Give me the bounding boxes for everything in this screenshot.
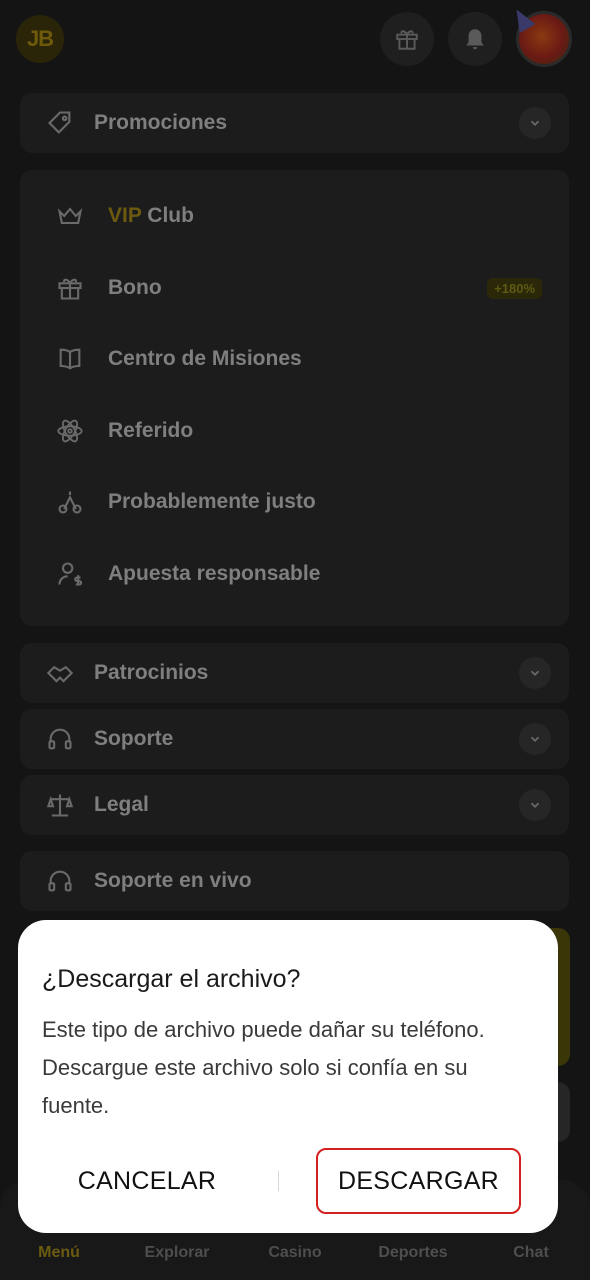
- chevron-down-icon[interactable]: [519, 723, 551, 755]
- notifications-button[interactable]: [448, 12, 502, 66]
- gift-button[interactable]: [380, 12, 434, 66]
- nav-chat[interactable]: Chat: [476, 1244, 586, 1262]
- menu-sponsorships[interactable]: Patrocinios: [20, 643, 569, 703]
- menu-live-support-label: Soporte en vivo: [94, 869, 252, 892]
- menu-item-referral[interactable]: Referido: [56, 411, 546, 451]
- nav-casino[interactable]: Casino: [240, 1244, 350, 1262]
- menu-support-label: Soporte: [94, 727, 174, 750]
- menu-item-responsible-label: Apuesta responsable: [108, 562, 321, 585]
- atom-icon: [57, 419, 83, 443]
- menu-support[interactable]: Soporte: [20, 709, 569, 769]
- download-button[interactable]: DESCARGAR: [316, 1148, 521, 1214]
- menu-legal-label: Legal: [94, 793, 149, 816]
- menu-item-referral-label: Referido: [108, 419, 194, 442]
- menu-item-missions-label: Centro de Misiones: [108, 347, 302, 370]
- handshake-icon: [46, 665, 74, 683]
- nav-menu[interactable]: Menú: [4, 1244, 114, 1262]
- dialog-title: ¿Descargar el archivo?: [42, 965, 301, 993]
- headset-icon: [48, 728, 72, 750]
- club-label: Club: [141, 204, 194, 227]
- menu-promotions-label: Promociones: [94, 111, 228, 134]
- chevron-down-icon[interactable]: [519, 657, 551, 689]
- header-actions: [380, 4, 572, 67]
- book-icon: [59, 348, 81, 370]
- balance-icon: [46, 794, 74, 817]
- bell-icon: [466, 29, 484, 50]
- scale-icon: [58, 491, 82, 514]
- menu-live-support[interactable]: Soporte en vivo: [20, 851, 569, 911]
- chevron-down-icon[interactable]: [519, 107, 551, 139]
- menu-item-bono[interactable]: Bono +180%: [56, 268, 546, 308]
- user-avatar[interactable]: [508, 4, 572, 67]
- download-dialog: ¿Descargar el archivo? Este tipo de arch…: [18, 920, 558, 1233]
- menu-legal[interactable]: Legal: [20, 775, 569, 835]
- button-divider: [278, 1171, 279, 1191]
- menu-item-missions[interactable]: Centro de Misiones: [56, 339, 546, 379]
- tag-icon: [48, 111, 71, 134]
- crown-icon: [57, 207, 83, 225]
- menu-item-bono-label: Bono: [108, 276, 162, 299]
- menu-item-vip-club[interactable]: VIP Club: [56, 196, 546, 236]
- gift-icon: [58, 278, 82, 300]
- menu-item-provably-fair[interactable]: Probablemente justo: [56, 482, 546, 522]
- menu-item-provably-fair-label: Probablemente justo: [108, 490, 316, 513]
- menu-item-responsible-gambling[interactable]: Apuesta responsable: [56, 554, 546, 594]
- menu-promotions[interactable]: Promociones: [20, 93, 569, 153]
- top-header: JB: [0, 0, 590, 78]
- party-hat-icon: [508, 4, 536, 34]
- bonus-badge: +180%: [487, 277, 542, 299]
- headset-icon: [48, 870, 72, 892]
- nav-sports[interactable]: Deportes: [358, 1244, 468, 1262]
- brand-logo[interactable]: JB: [16, 15, 64, 63]
- chevron-down-icon[interactable]: [519, 789, 551, 821]
- user-dollar-icon: [58, 562, 83, 586]
- gift-icon: [396, 30, 418, 50]
- vip-label: VIP: [108, 204, 142, 227]
- nav-explore[interactable]: Explorar: [122, 1244, 232, 1262]
- menu-sponsorships-label: Patrocinios: [94, 661, 209, 684]
- cancel-button[interactable]: CANCELAR: [42, 1148, 252, 1214]
- dialog-message: Este tipo de archivo puede dañar su telé…: [42, 1017, 485, 1118]
